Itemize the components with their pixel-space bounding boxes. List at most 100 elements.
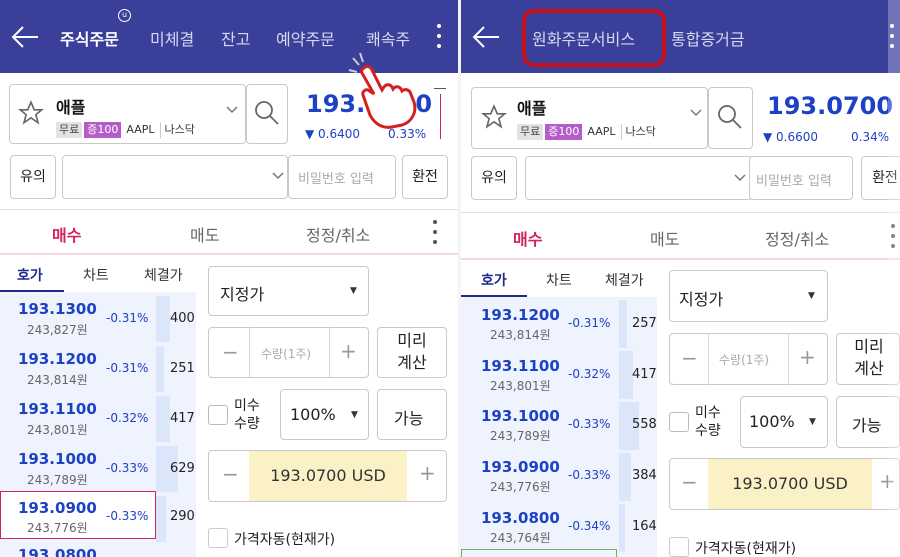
plus-icon[interactable]: + [419, 461, 436, 485]
back-arrow-icon[interactable] [10, 24, 40, 50]
orderbook-quantity: 417 [170, 411, 195, 426]
chevron-down-icon[interactable] [690, 109, 702, 117]
plus-icon[interactable]: + [799, 345, 816, 369]
tab-sell[interactable]: 매도 [190, 222, 219, 246]
orderbook-krw: 243,776원 [27, 521, 88, 535]
orderbook-quantity: 290 [170, 509, 195, 524]
tab-unfilled[interactable]: 미체결 [150, 26, 194, 50]
orderbook-price: 193.1200 [18, 350, 97, 368]
volume-bar [619, 453, 631, 501]
orderbook-price: 193.1000 [481, 407, 560, 425]
order-tab-underline [0, 253, 458, 255]
orderbook-percent: -0.31% [568, 316, 611, 330]
more-menu-icon[interactable] [435, 24, 443, 52]
search-icon [255, 101, 279, 125]
orderbook-quantity: 251 [170, 361, 195, 376]
auto-price-checkbox[interactable] [669, 537, 689, 557]
tab-integrated-margin[interactable]: 통합증거금 [671, 26, 745, 50]
exchange-button[interactable]: 환전 [402, 155, 448, 199]
tab-modify-cancel[interactable]: 정정/취소 [765, 226, 829, 250]
auto-price-label: 가격자동(현재가) [695, 541, 797, 557]
tab-orderbook[interactable]: 호가 [481, 270, 507, 290]
tab-stock-order[interactable]: 주식주문 [60, 26, 119, 50]
orderbook-krw: 243,827원 [27, 323, 88, 337]
order-more-icon[interactable] [431, 220, 439, 248]
shortfall-checkbox[interactable] [669, 412, 689, 432]
orderbook-percent: -0.33% [568, 468, 611, 482]
edge-overlay [888, 0, 900, 557]
quantity-placeholder: 수량(1주) [719, 353, 770, 367]
star-favorite-icon[interactable] [18, 100, 44, 126]
orderbook-krw: 243,801원 [490, 379, 551, 393]
chevron-down-icon[interactable] [226, 106, 238, 114]
orderbook-quantity: 629 [170, 461, 195, 476]
tag-ticker: AAPL [587, 125, 616, 138]
orderbook-percent: -0.32% [106, 411, 149, 425]
orderbook-price: 193.1300 [18, 300, 97, 318]
plus-icon[interactable]: + [340, 339, 357, 363]
tab-sell[interactable]: 매도 [650, 226, 679, 250]
password-placeholder: 비밀번호 입력 [298, 172, 374, 187]
divider [329, 327, 330, 378]
tab-quick-order[interactable]: 쾌속주 [366, 26, 410, 50]
minus-icon[interactable]: − [222, 462, 239, 486]
tap-hand-icon [348, 52, 417, 129]
percent-value: 100% [290, 405, 336, 424]
orderbook-krw: 243,764원 [490, 531, 551, 545]
orderbook-price: 193.1200 [481, 306, 560, 324]
divider [0, 209, 458, 210]
tab-trades[interactable]: 체결가 [144, 265, 183, 285]
account-select[interactable] [62, 155, 288, 199]
tab-balance[interactable]: 잔고 [221, 26, 250, 50]
stock-tags: 무료 증100 AAPL 나스닥 [517, 124, 661, 140]
orderbook-quantity: 164 [632, 519, 657, 534]
orderbook-percent: -0.34% [568, 519, 611, 533]
available-label: 가능 [394, 409, 424, 428]
orderbook-percent: -0.32% [568, 367, 611, 381]
orderbook-row-partial [461, 549, 617, 557]
tab-reserved-order[interactable]: 예약주문 [276, 26, 335, 50]
chevron-down-icon [734, 174, 746, 182]
tab-orderbook[interactable]: 호가 [17, 265, 43, 285]
orderbook-price: 193.0800 [481, 509, 560, 527]
dropdown-triangle-icon: ▼ [351, 410, 358, 420]
tab-modify-cancel[interactable]: 정정/취소 [306, 222, 370, 246]
tab-chart[interactable]: 차트 [546, 270, 572, 290]
password-placeholder: 비밀번호 입력 [756, 174, 832, 189]
account-caution-button[interactable]: 유의 [471, 156, 517, 200]
auto-price-checkbox[interactable] [208, 528, 228, 548]
tab-chart[interactable]: 차트 [83, 265, 109, 285]
tag-exchange: 나스닥 [620, 124, 659, 140]
auto-price-label: 가격자동(현재가) [234, 532, 336, 548]
left-screenshot: 주식주문 u 미체결 잔고 예약주문 쾌속주 애플 무료 증100 AAPL 나스닥 … [0, 0, 458, 557]
orderbook-price: 193.0800 [18, 546, 97, 557]
minus-icon[interactable]: − [222, 340, 239, 364]
mini-chart-tick [434, 88, 446, 89]
stock-tags: 무료 증100 AAPL 나스닥 [56, 122, 200, 138]
price-change-percent: 0.34% [851, 130, 890, 144]
back-arrow-icon[interactable] [471, 24, 501, 50]
orderbook-price: 193.1100 [481, 357, 560, 375]
shortfall-label: 미수 수량 [234, 398, 260, 432]
orderbook-percent: -0.33% [106, 509, 149, 523]
orderbook-quantity: 417 [632, 367, 657, 382]
shortfall-label: 미수 수량 [695, 405, 721, 439]
right-screenshot: 원화주문서비스 통합증거금 애플 무료 증100 AAPL 나스닥 193.0700 … [461, 0, 900, 557]
account-caution-button[interactable]: 유의 [10, 155, 56, 199]
price-input[interactable]: 193.0700 USD [708, 459, 872, 509]
notification-badge-icon: u [118, 9, 131, 22]
orderbook-price: 193.0900 [481, 458, 560, 476]
tab-buy[interactable]: 매수 [513, 226, 542, 250]
tab-buy[interactable]: 매수 [52, 222, 81, 246]
price-input[interactable]: 193.0700 USD [249, 451, 407, 501]
search-icon [718, 105, 742, 129]
orderbook-quantity: 384 [632, 468, 657, 483]
account-select[interactable] [525, 156, 753, 200]
dropdown-triangle-icon: ▼ [350, 286, 357, 296]
chevron-down-icon [272, 172, 284, 180]
minus-icon[interactable]: − [681, 346, 698, 370]
shortfall-checkbox[interactable] [208, 405, 228, 425]
minus-icon[interactable]: − [681, 470, 698, 494]
star-favorite-icon[interactable] [481, 104, 507, 130]
tab-trades[interactable]: 체결가 [605, 270, 644, 290]
